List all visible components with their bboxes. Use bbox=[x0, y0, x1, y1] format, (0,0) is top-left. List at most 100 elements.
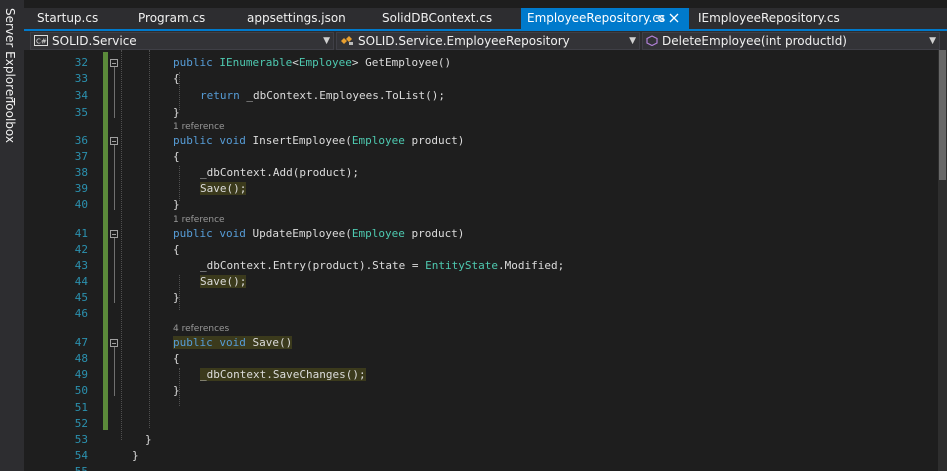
code-token: _dbContext.Add(product); bbox=[200, 166, 359, 179]
line-number: 50 bbox=[74, 384, 88, 397]
collapse-region-icon[interactable] bbox=[110, 137, 118, 145]
code-lens-save[interactable]: 4 references bbox=[173, 324, 229, 334]
code-line: } bbox=[173, 198, 180, 211]
code-token: } bbox=[173, 106, 180, 119]
code-editor[interactable]: 32 33 34 35 36 37 38 39 40 41 42 43 44 45 46 47 48 49 50 51… bbox=[33, 50, 938, 471]
code-line: } bbox=[173, 384, 180, 397]
collapse-region-icon[interactable] bbox=[110, 230, 118, 238]
line-number: 52 bbox=[74, 417, 88, 430]
fold-region-line bbox=[114, 347, 115, 396]
line-number: 32 bbox=[74, 56, 88, 69]
code-token: } bbox=[145, 433, 152, 446]
code-token: < bbox=[292, 56, 299, 69]
code-token: product) bbox=[404, 134, 465, 147]
member-dropdown[interactable]: DeleteEmployee(int productId) ▼ bbox=[642, 32, 940, 50]
line-number: 49 bbox=[74, 368, 88, 381]
code-token: Employee bbox=[298, 56, 352, 69]
code-line: } bbox=[145, 433, 152, 446]
code-line: _dbContext.SaveChanges(); bbox=[200, 368, 366, 381]
project-dropdown[interactable]: C# SOLID.Service ▼ bbox=[30, 32, 334, 50]
code-line: { bbox=[173, 150, 180, 163]
line-number: 34 bbox=[74, 89, 88, 102]
code-token: Employee bbox=[351, 227, 405, 240]
fold-region-line bbox=[114, 145, 115, 210]
code-line: _dbContext.Entry(product).State = Entity… bbox=[200, 259, 564, 272]
class-icon bbox=[340, 34, 354, 50]
code-token: _dbContext.Entry(product).State = bbox=[200, 259, 426, 272]
line-number: 37 bbox=[74, 150, 88, 163]
tab-appsettings[interactable]: appsettings.json bbox=[247, 8, 346, 29]
tab-soliddbcontext[interactable]: SolidDBContext.cs bbox=[382, 8, 492, 29]
line-number: 48 bbox=[74, 352, 88, 365]
code-lens-update[interactable]: 1 reference bbox=[173, 215, 225, 225]
document-tab-bar: Startup.cs Program.cs appsettings.json S… bbox=[24, 8, 947, 29]
class-dropdown[interactable]: SOLID.Service.EmployeeRepository ▼ bbox=[336, 32, 640, 50]
code-token: IEnumerable bbox=[219, 56, 293, 69]
code-token: } bbox=[173, 198, 180, 211]
code-token: } bbox=[173, 291, 180, 304]
line-number: 39 bbox=[74, 182, 88, 195]
line-number: 35 bbox=[74, 106, 88, 119]
change-indicator-bar bbox=[103, 52, 108, 430]
code-line: Save(); bbox=[200, 275, 247, 288]
line-number-gutter: 32 33 34 35 36 37 38 39 40 41 42 43 44 45 46 47 48 49 50 51… bbox=[33, 50, 88, 471]
line-number: 46 bbox=[74, 307, 88, 320]
tab-employeerepository[interactable]: EmployeeRepository.cs bbox=[521, 8, 689, 29]
collapse-region-icon[interactable] bbox=[110, 59, 118, 67]
code-token: > GetEmployee() bbox=[351, 56, 452, 69]
indent-guide bbox=[121, 50, 122, 440]
tab-program[interactable]: Program.cs bbox=[138, 8, 205, 29]
code-token: void bbox=[219, 134, 246, 147]
method-icon bbox=[646, 34, 658, 50]
line-number: 38 bbox=[74, 166, 88, 179]
code-line: Save(); bbox=[200, 182, 247, 195]
code-token: product) bbox=[404, 227, 465, 240]
code-token: Save(); bbox=[200, 275, 247, 288]
scrollbar-thumb[interactable] bbox=[939, 50, 946, 180]
code-line: { bbox=[173, 243, 180, 256]
code-line: } bbox=[132, 449, 139, 462]
code-line: public IEnumerable<Employee> GetEmployee… bbox=[173, 56, 451, 69]
vertical-scrollbar[interactable] bbox=[938, 50, 947, 471]
chevron-down-icon: ▼ bbox=[323, 36, 330, 46]
code-token: } bbox=[132, 449, 139, 462]
code-line: _dbContext.Add(product); bbox=[200, 166, 359, 179]
line-number: 51 bbox=[74, 401, 88, 414]
tab-startup[interactable]: Startup.cs bbox=[37, 8, 98, 29]
code-token: { bbox=[173, 150, 180, 163]
line-number: 42 bbox=[74, 243, 88, 256]
code-token: Save() bbox=[245, 336, 293, 349]
code-token: Employee bbox=[351, 134, 405, 147]
indent-guide bbox=[149, 50, 150, 428]
tab-label: EmployeeRepository.cs bbox=[527, 11, 666, 25]
code-token: } bbox=[173, 384, 180, 397]
code-line: public void Save() bbox=[173, 336, 293, 349]
code-token: public bbox=[173, 134, 213, 147]
project-name: SOLID.Service bbox=[52, 34, 137, 48]
server-explorer-tab[interactable]: Server Explorer bbox=[3, 8, 17, 101]
tab-iemployeerepository[interactable]: IEmployeeRepository.cs bbox=[698, 8, 840, 29]
code-line: { bbox=[173, 72, 180, 85]
line-number: 44 bbox=[74, 275, 88, 288]
code-line: public void UpdateEmployee(Employee prod… bbox=[173, 227, 464, 240]
line-number: 33 bbox=[74, 72, 88, 85]
code-token: return bbox=[200, 89, 240, 102]
code-line: } bbox=[173, 291, 180, 304]
collapse-region-icon[interactable] bbox=[110, 339, 118, 347]
code-token: void bbox=[219, 336, 246, 349]
line-number: 43 bbox=[74, 259, 88, 272]
toolbox-tab[interactable]: Toolbox bbox=[3, 98, 17, 143]
line-number: 54 bbox=[74, 449, 88, 462]
chevron-down-icon: ▼ bbox=[929, 36, 936, 46]
code-line: { bbox=[173, 352, 180, 365]
code-token: void bbox=[219, 227, 246, 240]
code-line: public void InsertEmployee(Employee prod… bbox=[173, 134, 464, 147]
code-token: public bbox=[173, 336, 213, 349]
line-number: 53 bbox=[74, 433, 88, 446]
svg-text:C#: C# bbox=[36, 37, 47, 45]
code-lens-insert[interactable]: 1 reference bbox=[173, 122, 225, 132]
code-token: InsertEmployee( bbox=[245, 134, 352, 147]
code-token: UpdateEmployee( bbox=[245, 227, 352, 240]
code-token: Save(); bbox=[200, 182, 247, 195]
line-number: 47 bbox=[74, 336, 88, 349]
